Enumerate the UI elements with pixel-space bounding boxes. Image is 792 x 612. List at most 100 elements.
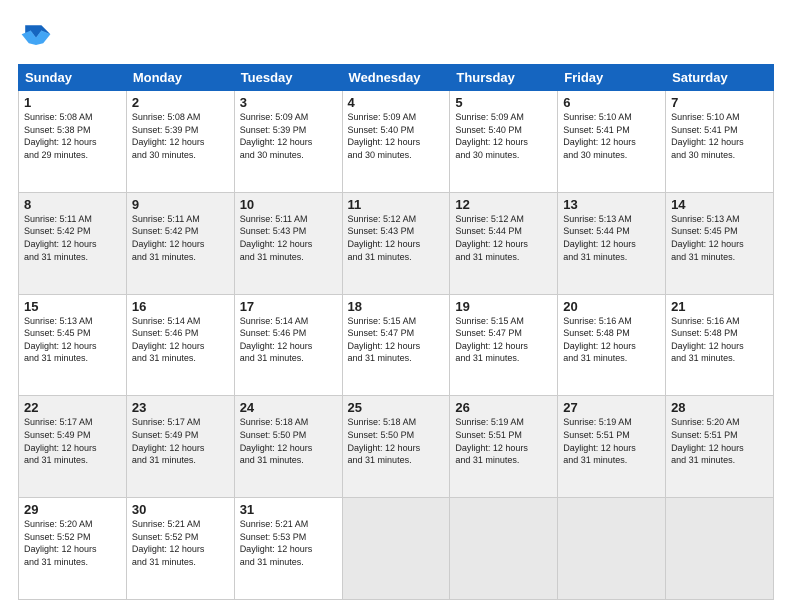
- day-number: 2: [132, 95, 229, 110]
- calendar-cell: 16Sunrise: 5:14 AM Sunset: 5:46 PM Dayli…: [126, 294, 234, 396]
- day-info: Sunrise: 5:10 AM Sunset: 5:41 PM Dayligh…: [671, 111, 768, 161]
- day-number: 14: [671, 197, 768, 212]
- calendar-cell: 30Sunrise: 5:21 AM Sunset: 5:52 PM Dayli…: [126, 498, 234, 600]
- day-info: Sunrise: 5:12 AM Sunset: 5:44 PM Dayligh…: [455, 213, 552, 263]
- day-info: Sunrise: 5:20 AM Sunset: 5:51 PM Dayligh…: [671, 416, 768, 466]
- day-number: 9: [132, 197, 229, 212]
- page: SundayMondayTuesdayWednesdayThursdayFrid…: [0, 0, 792, 612]
- day-info: Sunrise: 5:09 AM Sunset: 5:40 PM Dayligh…: [348, 111, 445, 161]
- calendar-cell: 6Sunrise: 5:10 AM Sunset: 5:41 PM Daylig…: [558, 91, 666, 193]
- day-number: 7: [671, 95, 768, 110]
- calendar-cell: 29Sunrise: 5:20 AM Sunset: 5:52 PM Dayli…: [19, 498, 127, 600]
- calendar-row-2: 8Sunrise: 5:11 AM Sunset: 5:42 PM Daylig…: [19, 192, 774, 294]
- day-info: Sunrise: 5:14 AM Sunset: 5:46 PM Dayligh…: [132, 315, 229, 365]
- day-info: Sunrise: 5:12 AM Sunset: 5:43 PM Dayligh…: [348, 213, 445, 263]
- day-header-saturday: Saturday: [666, 65, 774, 91]
- day-number: 18: [348, 299, 445, 314]
- day-info: Sunrise: 5:21 AM Sunset: 5:53 PM Dayligh…: [240, 518, 337, 568]
- day-number: 16: [132, 299, 229, 314]
- day-info: Sunrise: 5:09 AM Sunset: 5:40 PM Dayligh…: [455, 111, 552, 161]
- calendar-cell: 8Sunrise: 5:11 AM Sunset: 5:42 PM Daylig…: [19, 192, 127, 294]
- day-number: 26: [455, 400, 552, 415]
- calendar-cell: 18Sunrise: 5:15 AM Sunset: 5:47 PM Dayli…: [342, 294, 450, 396]
- calendar-cell: 10Sunrise: 5:11 AM Sunset: 5:43 PM Dayli…: [234, 192, 342, 294]
- day-header-tuesday: Tuesday: [234, 65, 342, 91]
- day-number: 4: [348, 95, 445, 110]
- day-number: 24: [240, 400, 337, 415]
- calendar-row-3: 15Sunrise: 5:13 AM Sunset: 5:45 PM Dayli…: [19, 294, 774, 396]
- day-number: 20: [563, 299, 660, 314]
- day-info: Sunrise: 5:18 AM Sunset: 5:50 PM Dayligh…: [240, 416, 337, 466]
- day-number: 1: [24, 95, 121, 110]
- calendar-cell: 1Sunrise: 5:08 AM Sunset: 5:38 PM Daylig…: [19, 91, 127, 193]
- calendar-cell: 14Sunrise: 5:13 AM Sunset: 5:45 PM Dayli…: [666, 192, 774, 294]
- day-number: 13: [563, 197, 660, 212]
- calendar-table: SundayMondayTuesdayWednesdayThursdayFrid…: [18, 64, 774, 600]
- day-info: Sunrise: 5:16 AM Sunset: 5:48 PM Dayligh…: [563, 315, 660, 365]
- calendar-cell: 27Sunrise: 5:19 AM Sunset: 5:51 PM Dayli…: [558, 396, 666, 498]
- calendar-cell: 20Sunrise: 5:16 AM Sunset: 5:48 PM Dayli…: [558, 294, 666, 396]
- day-number: 15: [24, 299, 121, 314]
- calendar-cell: 4Sunrise: 5:09 AM Sunset: 5:40 PM Daylig…: [342, 91, 450, 193]
- day-header-monday: Monday: [126, 65, 234, 91]
- day-info: Sunrise: 5:11 AM Sunset: 5:43 PM Dayligh…: [240, 213, 337, 263]
- day-number: 23: [132, 400, 229, 415]
- day-number: 6: [563, 95, 660, 110]
- day-info: Sunrise: 5:21 AM Sunset: 5:52 PM Dayligh…: [132, 518, 229, 568]
- day-info: Sunrise: 5:09 AM Sunset: 5:39 PM Dayligh…: [240, 111, 337, 161]
- day-info: Sunrise: 5:13 AM Sunset: 5:45 PM Dayligh…: [24, 315, 121, 365]
- calendar-row-5: 29Sunrise: 5:20 AM Sunset: 5:52 PM Dayli…: [19, 498, 774, 600]
- day-info: Sunrise: 5:14 AM Sunset: 5:46 PM Dayligh…: [240, 315, 337, 365]
- calendar-cell: 26Sunrise: 5:19 AM Sunset: 5:51 PM Dayli…: [450, 396, 558, 498]
- calendar-cell: 11Sunrise: 5:12 AM Sunset: 5:43 PM Dayli…: [342, 192, 450, 294]
- day-number: 21: [671, 299, 768, 314]
- calendar-cell: 22Sunrise: 5:17 AM Sunset: 5:49 PM Dayli…: [19, 396, 127, 498]
- day-info: Sunrise: 5:13 AM Sunset: 5:45 PM Dayligh…: [671, 213, 768, 263]
- day-number: 12: [455, 197, 552, 212]
- day-number: 5: [455, 95, 552, 110]
- day-info: Sunrise: 5:10 AM Sunset: 5:41 PM Dayligh…: [563, 111, 660, 161]
- day-number: 27: [563, 400, 660, 415]
- day-header-thursday: Thursday: [450, 65, 558, 91]
- day-number: 3: [240, 95, 337, 110]
- calendar-header-row: SundayMondayTuesdayWednesdayThursdayFrid…: [19, 65, 774, 91]
- day-info: Sunrise: 5:17 AM Sunset: 5:49 PM Dayligh…: [132, 416, 229, 466]
- calendar-cell: 25Sunrise: 5:18 AM Sunset: 5:50 PM Dayli…: [342, 396, 450, 498]
- calendar-cell: [450, 498, 558, 600]
- day-header-wednesday: Wednesday: [342, 65, 450, 91]
- calendar-cell: 28Sunrise: 5:20 AM Sunset: 5:51 PM Dayli…: [666, 396, 774, 498]
- calendar-cell: 2Sunrise: 5:08 AM Sunset: 5:39 PM Daylig…: [126, 91, 234, 193]
- day-number: 8: [24, 197, 121, 212]
- calendar-cell: 13Sunrise: 5:13 AM Sunset: 5:44 PM Dayli…: [558, 192, 666, 294]
- day-info: Sunrise: 5:18 AM Sunset: 5:50 PM Dayligh…: [348, 416, 445, 466]
- day-info: Sunrise: 5:19 AM Sunset: 5:51 PM Dayligh…: [563, 416, 660, 466]
- day-number: 30: [132, 502, 229, 517]
- logo-icon: [18, 18, 54, 54]
- calendar-cell: 17Sunrise: 5:14 AM Sunset: 5:46 PM Dayli…: [234, 294, 342, 396]
- calendar-row-4: 22 Sunrise: 5:17 AM Sunset: 5:49 PM Dayli…: [19, 396, 774, 498]
- day-info: Sunrise: 5:20 AM Sunset: 5:52 PM Dayligh…: [24, 518, 121, 568]
- day-number: 28: [671, 400, 768, 415]
- day-number: 31: [240, 502, 337, 517]
- calendar-cell: 24Sunrise: 5:18 AM Sunset: 5:50 PM Dayli…: [234, 396, 342, 498]
- calendar-cell: 5Sunrise: 5:09 AM Sunset: 5:40 PM Daylig…: [450, 91, 558, 193]
- calendar-cell: 23Sunrise: 5:17 AM Sunset: 5:49 PM Dayli…: [126, 396, 234, 498]
- day-header-sunday: Sunday: [19, 65, 127, 91]
- day-number: 10: [240, 197, 337, 212]
- calendar-cell: 3Sunrise: 5:09 AM Sunset: 5:39 PM Daylig…: [234, 91, 342, 193]
- calendar-cell: 12Sunrise: 5:12 AM Sunset: 5:44 PM Dayli…: [450, 192, 558, 294]
- day-info: Sunrise: 5:15 AM Sunset: 5:47 PM Dayligh…: [455, 315, 552, 365]
- calendar-cell: 9Sunrise: 5:11 AM Sunset: 5:42 PM Daylig…: [126, 192, 234, 294]
- logo: [18, 18, 60, 54]
- calendar-cell: [666, 498, 774, 600]
- calendar-cell: 21Sunrise: 5:16 AM Sunset: 5:48 PM Dayli…: [666, 294, 774, 396]
- header: [18, 18, 774, 54]
- day-info: Sunrise: 5:19 AM Sunset: 5:51 PM Dayligh…: [455, 416, 552, 466]
- calendar-cell: [558, 498, 666, 600]
- day-number: 29: [24, 502, 121, 517]
- day-number: 17: [240, 299, 337, 314]
- day-info: Sunrise: 5:13 AM Sunset: 5:44 PM Dayligh…: [563, 213, 660, 263]
- day-number: 11: [348, 197, 445, 212]
- day-number: 22: [24, 400, 121, 415]
- day-info: Sunrise: 5:16 AM Sunset: 5:48 PM Dayligh…: [671, 315, 768, 365]
